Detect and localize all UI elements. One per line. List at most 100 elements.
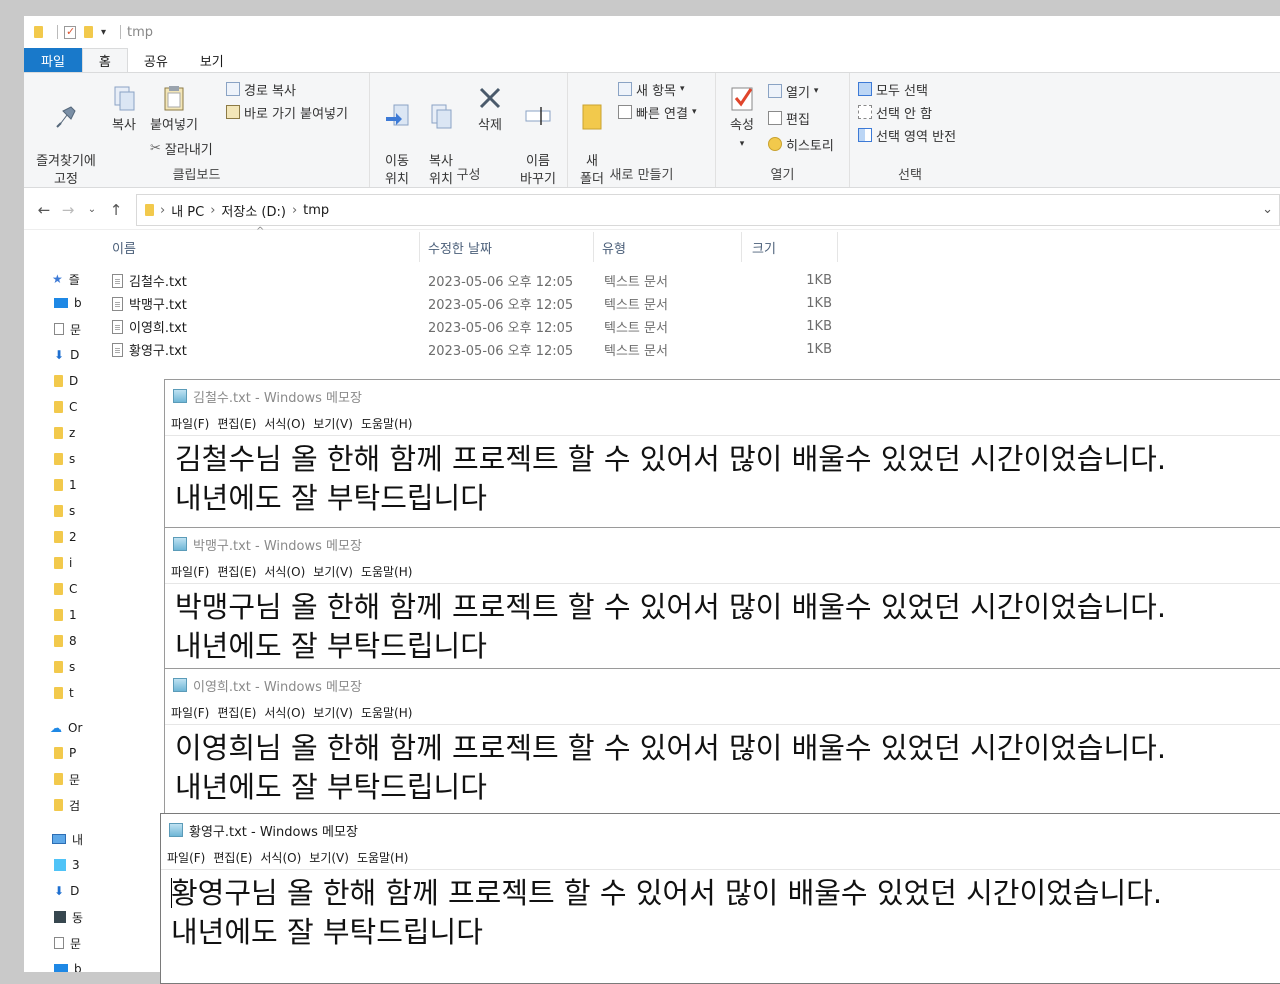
menu-help[interactable]: 도움말(H) (355, 849, 415, 866)
menu-file[interactable]: 파일(F) (169, 704, 215, 721)
move-to-icon (386, 104, 409, 126)
nav-item-quick-access[interactable]: ★ 즐 (52, 269, 80, 289)
nav-item[interactable]: ⬇ D (54, 881, 79, 901)
nav-item[interactable]: i (54, 553, 72, 573)
properties-quick-icon[interactable] (64, 25, 76, 39)
notepad-titlebar[interactable]: 박맹구.txt - Windows 메모장 (165, 528, 1280, 560)
notepad-titlebar[interactable]: 김철수.txt - Windows 메모장 (165, 380, 1280, 412)
notepad-text-area[interactable]: 이영희님 올 한해 함께 프로젝트 할 수 있어서 많이 배울수 있었던 시간이… (165, 725, 1280, 807)
paste-shortcut-button[interactable]: 바로 가기 붙여넣기 (226, 102, 348, 122)
menu-view[interactable]: 보기(V) (311, 415, 359, 432)
breadcrumb-this-pc[interactable]: 내 PC (171, 201, 204, 220)
nav-item-this-pc[interactable]: 내 (52, 829, 83, 849)
notepad-titlebar[interactable]: 황영구.txt - Windows 메모장 (161, 814, 1280, 846)
breadcrumb-separator-icon[interactable]: › (292, 203, 297, 218)
invert-selection-button[interactable]: 선택 영역 반전 (858, 125, 956, 145)
menu-file[interactable]: 파일(F) (169, 563, 215, 580)
tab-share[interactable]: 공유 (128, 48, 184, 72)
copy-path-button[interactable]: 경로 복사 (226, 79, 296, 99)
notepad-text-area[interactable]: 황영구님 올 한해 함께 프로젝트 할 수 있어서 많이 배울수 있었던 시간이… (161, 870, 1280, 952)
menu-edit[interactable]: 편집(E) (215, 704, 262, 721)
nav-item[interactable]: C (54, 579, 77, 599)
breadcrumb-tmp[interactable]: tmp (303, 203, 329, 218)
address-box[interactable]: › 내 PC › 저장소 (D:) › tmp ⌄ (136, 194, 1280, 226)
back-arrow-icon[interactable]: ← (32, 201, 56, 219)
menu-file[interactable]: 파일(F) (165, 849, 211, 866)
tab-file[interactable]: 파일 (24, 48, 82, 72)
new-folder-quick-icon[interactable] (84, 26, 93, 38)
menu-edit[interactable]: 편집(E) (211, 849, 258, 866)
notepad-text-area[interactable]: 박맹구님 올 한해 함께 프로젝트 할 수 있어서 많이 배울수 있었던 시간이… (165, 584, 1280, 666)
delete-button[interactable]: 삭제 (470, 83, 510, 135)
nav-item[interactable]: 문 (54, 769, 80, 789)
tab-home[interactable]: 홈 (81, 48, 128, 72)
file-row[interactable]: 박맹구.txt 2023-05-06 오후 12:05 텍스트 문서 1KB (108, 292, 848, 315)
nav-item[interactable]: 1 (54, 475, 77, 495)
menu-format[interactable]: 서식(O) (262, 563, 311, 580)
nav-item[interactable]: t (54, 683, 74, 703)
menu-view[interactable]: 보기(V) (311, 704, 359, 721)
breadcrumb-separator-icon[interactable]: › (160, 203, 165, 218)
easy-access-button[interactable]: 빠른 연결 ▾ (618, 102, 697, 122)
nav-item[interactable]: 2 (54, 527, 77, 547)
file-row[interactable]: 김철수.txt 2023-05-06 오후 12:05 텍스트 문서 1KB (108, 269, 848, 292)
address-dropdown-icon[interactable]: ⌄ (1262, 202, 1273, 217)
recent-locations-icon[interactable]: ⌄ (80, 204, 104, 215)
menu-edit[interactable]: 편집(E) (215, 415, 262, 432)
menu-file[interactable]: 파일(F) (169, 415, 215, 432)
menu-format[interactable]: 서식(O) (258, 849, 307, 866)
cut-button[interactable]: ✂ 잘라내기 (150, 138, 213, 158)
nav-item[interactable]: 8 (54, 631, 77, 651)
open-button[interactable]: 열기 ▾ (768, 81, 818, 101)
nav-item[interactable]: s (54, 449, 75, 469)
properties-button[interactable]: 속성 ▾ (722, 83, 762, 153)
customize-quick-access-icon[interactable]: ▾ (101, 27, 106, 38)
nav-item[interactable]: 1 (54, 605, 77, 625)
forward-arrow-icon[interactable]: → (56, 201, 80, 219)
menu-help[interactable]: 도움말(H) (359, 415, 419, 432)
breadcrumb-separator-icon[interactable]: › (210, 203, 215, 218)
new-item-icon (618, 82, 632, 96)
column-type[interactable]: 유형 (594, 232, 742, 262)
menu-format[interactable]: 서식(O) (262, 415, 311, 432)
nav-item[interactable]: ⬇ D (54, 345, 79, 365)
menu-format[interactable]: 서식(O) (262, 704, 311, 721)
nav-item[interactable]: 검 (54, 795, 80, 815)
nav-item[interactable]: 3 (54, 855, 80, 875)
nav-item[interactable]: P (54, 743, 76, 763)
new-item-button[interactable]: 새 항목 ▾ (618, 79, 685, 99)
file-row[interactable]: 이영희.txt 2023-05-06 오후 12:05 텍스트 문서 1KB (108, 315, 848, 338)
menu-edit[interactable]: 편집(E) (215, 563, 262, 580)
menu-view[interactable]: 보기(V) (307, 849, 355, 866)
nav-item[interactable]: 문 (54, 933, 81, 953)
menu-view[interactable]: 보기(V) (311, 563, 359, 580)
column-size[interactable]: 크기 (742, 232, 838, 262)
nav-item[interactable]: C (54, 397, 77, 417)
nav-item[interactable]: 동 (54, 907, 83, 927)
notepad-window-hwang[interactable]: 황영구.txt - Windows 메모장 파일(F) 편집(E) 서식(O) … (160, 813, 1280, 984)
file-row[interactable]: 황영구.txt 2023-05-06 오후 12:05 텍스트 문서 1KB (108, 338, 848, 361)
notepad-titlebar[interactable]: 이영희.txt - Windows 메모장 (165, 669, 1280, 701)
nav-item[interactable]: z (54, 423, 75, 443)
notepad-text-area[interactable]: 김철수님 올 한해 함께 프로젝트 할 수 있어서 많이 배울수 있었던 시간이… (165, 436, 1280, 518)
menu-help[interactable]: 도움말(H) (359, 704, 419, 721)
select-all-button[interactable]: 모두 선택 (858, 79, 928, 99)
up-arrow-icon[interactable]: ↑ (104, 201, 128, 219)
select-none-button[interactable]: 선택 안 함 (858, 102, 932, 122)
copy-button[interactable]: 복사 (104, 83, 144, 135)
nav-item-onedrive[interactable]: ☁ Or (50, 718, 82, 738)
nav-item[interactable]: D (54, 371, 78, 391)
history-button[interactable]: 히스토리 (768, 134, 834, 154)
column-date-modified[interactable]: 수정한 날짜 (420, 232, 594, 262)
nav-item[interactable]: b (54, 959, 82, 972)
nav-item[interactable]: s (54, 657, 75, 677)
nav-item[interactable]: s (54, 501, 75, 521)
breadcrumb-drive[interactable]: 저장소 (D:) (221, 201, 286, 220)
menu-help[interactable]: 도움말(H) (359, 563, 419, 580)
column-name[interactable]: 이름 ^ (108, 226, 420, 262)
nav-item[interactable]: 문 (54, 319, 81, 339)
nav-item[interactable]: b (54, 293, 82, 313)
tab-view[interactable]: 보기 (184, 48, 240, 72)
edit-button[interactable]: 편집 (768, 108, 810, 128)
paste-button[interactable]: 붙여넣기 (146, 83, 202, 135)
